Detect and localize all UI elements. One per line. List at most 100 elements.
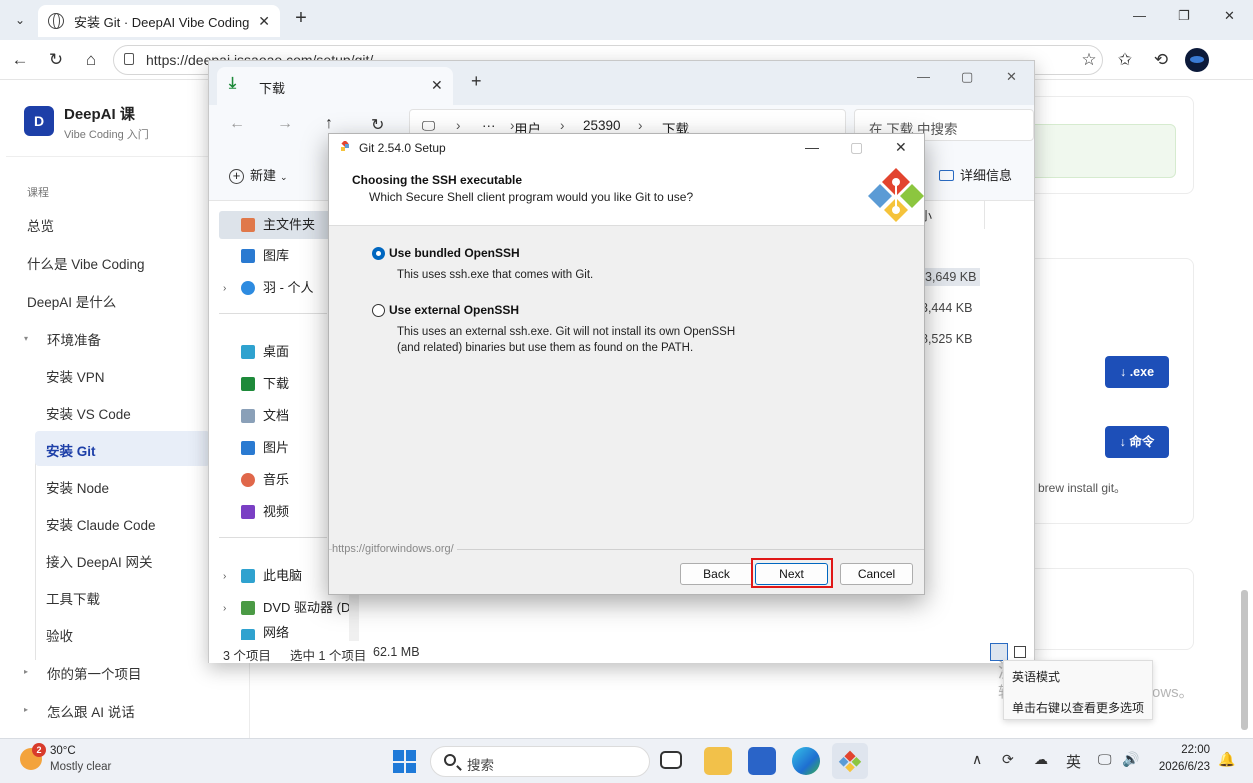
task-view-icon[interactable] [660, 751, 682, 769]
breadcrumb-user[interactable]: 25390 [583, 118, 621, 133]
edge-browser-icon[interactable] [792, 747, 820, 775]
caret-right-icon[interactable]: ▸ [24, 705, 28, 714]
sync-icon[interactable]: ⟳ [1002, 751, 1014, 768]
nav-first-project[interactable]: 你的第一个项目 [47, 663, 142, 683]
profile-avatar[interactable] [1185, 48, 1209, 72]
download-exe-button[interactable]: ↓ .exe [1105, 356, 1169, 388]
nav-what-vibe-coding[interactable]: 什么是 Vibe Coding [27, 253, 145, 273]
document-icon [241, 409, 255, 423]
restore-icon[interactable]: ❐ [1178, 8, 1190, 24]
cloud-icon[interactable]: ☁ [1034, 751, 1048, 768]
minimize-icon[interactable]: — [917, 69, 930, 84]
download-command-button[interactable]: ↓ 命令 [1105, 426, 1169, 458]
network-icon[interactable]: 🖵 [1098, 751, 1112, 768]
file-explorer-app-icon[interactable] [704, 747, 732, 775]
refresh-icon[interactable]: ↻ [371, 115, 384, 135]
details-button[interactable]: 详细信息 [939, 165, 1012, 184]
ime-tooltip: 英语模式 单击右键以查看更多选项 [1003, 660, 1153, 720]
section-label: 课程 [27, 187, 49, 199]
close-tab-icon[interactable]: ✕ [431, 77, 443, 94]
nav-what-deepai[interactable]: DeepAI 是什么 [27, 291, 116, 311]
store-app-icon[interactable] [748, 747, 776, 775]
option-external-label[interactable]: Use external OpenSSH [389, 303, 519, 317]
cancel-button[interactable]: Cancel [840, 563, 913, 585]
up-icon[interactable]: ↑ [325, 115, 333, 133]
more-icon[interactable]: ··· [482, 118, 496, 133]
dialog-body: Use bundled OpenSSH This uses ssh.exe th… [329, 226, 924, 548]
back-icon[interactable]: ← [229, 115, 245, 133]
forward-icon[interactable]: → [277, 115, 293, 133]
refresh-icon[interactable]: ↻ [45, 50, 67, 72]
close-dialog-icon[interactable]: ✕ [895, 139, 907, 156]
gitforwindows-link[interactable]: https://gitforwindows.org/ [332, 543, 457, 555]
favorite-star-icon[interactable]: ☆ [1078, 50, 1100, 72]
close-window-icon[interactable]: ✕ [1006, 69, 1017, 85]
git-setup-taskbar-item[interactable] [832, 743, 868, 779]
nav-dvd-drive[interactable]: DVD 驱动器 (D [219, 594, 359, 622]
nav-install-vscode[interactable]: 安装 VS Code [46, 403, 131, 423]
nav-talk-to-ai[interactable]: 怎么跟 AI 说话 [47, 701, 135, 721]
close-window-icon[interactable]: ✕ [1224, 8, 1235, 24]
history-icon[interactable]: ⟲ [1150, 50, 1172, 72]
taskbar-search[interactable]: 搜索 [430, 746, 650, 777]
new-button[interactable]: + 新建 ⌄ [229, 165, 288, 184]
maximize-icon[interactable]: ▢ [961, 69, 973, 85]
favorites-icon[interactable]: ✩ [1114, 50, 1136, 72]
nav-acceptance[interactable]: 验收 [46, 625, 73, 645]
chevron-down-icon: ⌄ [280, 172, 288, 182]
start-windows-icon[interactable] [393, 750, 416, 773]
weather-temperature[interactable]: 30°C [50, 745, 76, 757]
nav-install-vpn[interactable]: 安装 VPN [46, 366, 105, 386]
maximize-icon: ▢ [850, 139, 864, 155]
back-icon[interactable]: ← [9, 50, 31, 72]
nav-overview[interactable]: 总览 [27, 215, 54, 235]
notification-bell-icon[interactable]: 🔔 [1218, 751, 1235, 768]
pc-icon [241, 569, 255, 583]
cloud-icon [241, 281, 255, 295]
ime-indicator[interactable]: 英 [1066, 751, 1081, 772]
nav-network[interactable]: 网络 [219, 622, 349, 640]
nav-deepai-gateway[interactable]: 接入 DeepAI 网关 [46, 551, 153, 571]
caret-right-icon[interactable]: ▸ [24, 667, 28, 676]
site-logo[interactable]: D [24, 106, 54, 136]
download-icon [241, 377, 255, 391]
desktop-icon [241, 345, 255, 359]
nav-install-git[interactable]: 安装 Git [35, 431, 210, 466]
tray-overflow-icon[interactable]: ∧ [972, 751, 982, 768]
selection-count: 选中 1 个项目 [290, 649, 367, 663]
caret-down-icon[interactable]: ▾ [24, 334, 28, 343]
nav-install-node[interactable]: 安装 Node [46, 477, 109, 497]
new-tab-button[interactable]: + [471, 71, 482, 92]
clock-date[interactable]: 2026/6/23 [1128, 761, 1210, 773]
radio-external-openssh[interactable] [372, 304, 385, 317]
file-size-3: 8,525 KB [921, 332, 973, 346]
explorer-tab[interactable]: ⤓ 下载 ✕ [217, 67, 453, 105]
tab-list-chevron-icon[interactable]: ⌄ [8, 8, 32, 32]
weather-condition[interactable]: Mostly clear [50, 761, 111, 773]
explorer-status-bar: 3 个项目 选中 1 个项目 62.1 MB [209, 641, 1034, 663]
explorer-titlebar: ⤓ 下载 ✕ + — ▢ ✕ [209, 61, 1034, 105]
dvd-icon [241, 601, 255, 615]
home-icon[interactable]: ⌂ [80, 50, 102, 72]
page-scrollbar[interactable] [1241, 590, 1248, 730]
back-button[interactable]: Back [680, 563, 753, 585]
minimize-icon[interactable]: — [1133, 8, 1146, 23]
minimize-icon[interactable]: — [805, 139, 819, 155]
dialog-title: Git 2.54.0 Setup [359, 141, 446, 155]
option-bundled-label[interactable]: Use bundled OpenSSH [389, 246, 520, 260]
clock-time[interactable]: 22:00 [1155, 744, 1210, 756]
ime-mode-text: 英语模式 [1012, 670, 1061, 684]
close-tab-icon[interactable]: ✕ [258, 13, 270, 30]
option-bundled-description: This uses ssh.exe that comes with Git. [397, 269, 594, 281]
nav-install-claude-code[interactable]: 安装 Claude Code [46, 514, 156, 534]
tree-line [35, 435, 36, 660]
nav-tool-downloads[interactable]: 工具下载 [46, 588, 100, 608]
pictures-icon [241, 441, 255, 455]
site-brand[interactable]: DeepAI 课 [64, 103, 135, 124]
network-icon [241, 629, 255, 640]
nav-env-setup[interactable]: 环境准备 [47, 329, 101, 349]
browser-tab[interactable]: 安装 Git · DeepAI Vibe Coding 课 ✕ [38, 5, 280, 37]
new-tab-button[interactable]: + [290, 8, 312, 30]
radio-bundled-openssh[interactable] [372, 247, 385, 260]
details-label: 详细信息 [960, 168, 1013, 183]
